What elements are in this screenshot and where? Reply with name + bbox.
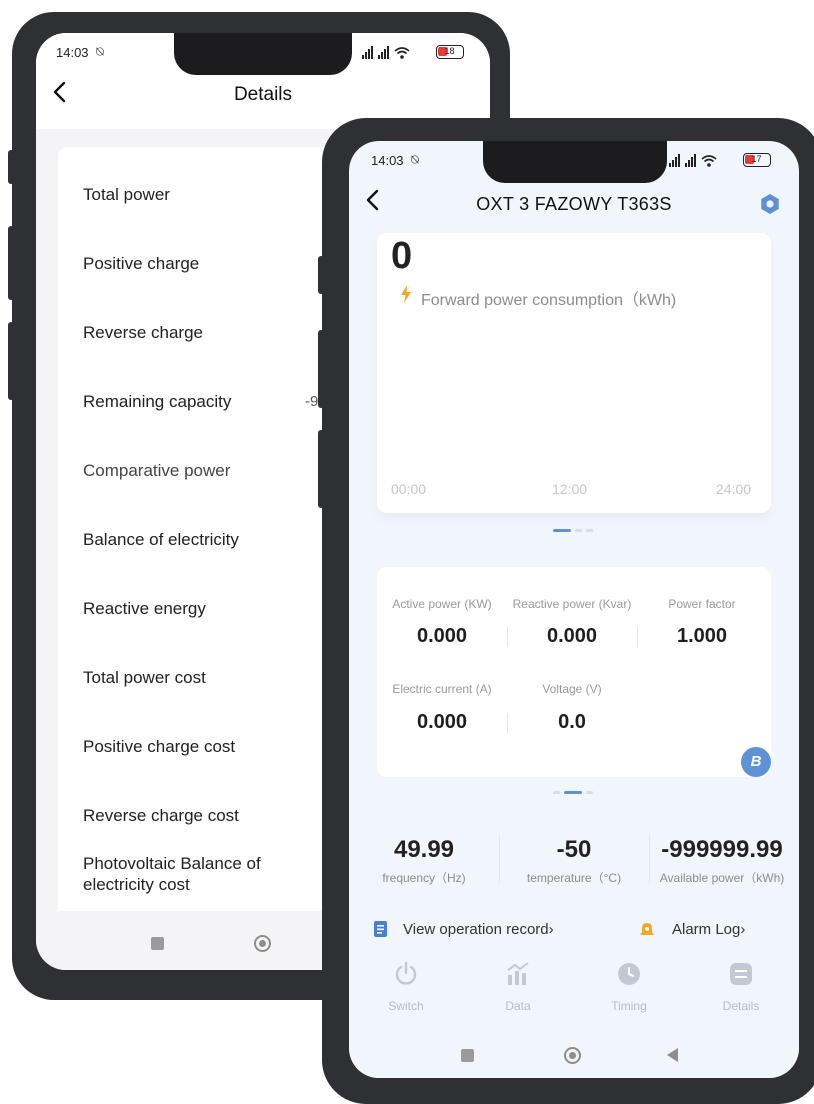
side-button bbox=[318, 430, 325, 508]
status-icons bbox=[362, 45, 434, 61]
side-button bbox=[318, 330, 325, 408]
battery-percent: 18 bbox=[444, 46, 455, 56]
tab-switch[interactable]: Switch bbox=[371, 999, 441, 1013]
list-item-total-power-cost[interactable]: Total power cost bbox=[83, 668, 206, 688]
metric-label-power-factor: Power factor bbox=[668, 597, 736, 611]
chart-tick-end: 24:00 bbox=[716, 481, 752, 497]
recent-apps-icon[interactable] bbox=[461, 1049, 474, 1062]
page-title: Details bbox=[233, 84, 293, 105]
list-item-reverse-charge-cost[interactable]: Reverse charge cost bbox=[83, 806, 239, 826]
status-time: 14:03 bbox=[371, 153, 404, 168]
side-button bbox=[8, 322, 14, 400]
metric-label-active-power: Active power (KW) bbox=[392, 597, 492, 611]
list-item-positive-charge-cost[interactable]: Positive charge cost bbox=[83, 737, 235, 757]
frequency-value: 49.99 bbox=[393, 836, 455, 863]
temperature-label: temperature（°C) bbox=[526, 871, 622, 885]
tab-details[interactable]: Details bbox=[706, 999, 776, 1013]
alarm-log-link[interactable]: Alarm Log› bbox=[672, 921, 745, 938]
notch bbox=[174, 33, 352, 75]
status-time: 14:03 bbox=[56, 45, 89, 60]
consumption-value: 0 bbox=[391, 235, 413, 277]
home-icon[interactable] bbox=[564, 1047, 581, 1064]
battery-percent: 17 bbox=[751, 154, 762, 164]
available-power-label: Available power（kWh) bbox=[659, 871, 785, 885]
metric-label-voltage: Voltage (V) bbox=[542, 682, 602, 696]
metric-label-reactive-power: Reactive power (Kvar) bbox=[512, 597, 632, 611]
mute-icon: ⍉ bbox=[96, 44, 104, 59]
metric-label-current: Electric current (A) bbox=[392, 682, 492, 696]
consumption-card bbox=[377, 233, 771, 513]
battery-icon: 18 bbox=[436, 45, 464, 59]
device-title: OXT 3 FAZOWY T363S bbox=[476, 194, 672, 214]
available-power-value: -999999.99 bbox=[661, 836, 783, 863]
mode-badge[interactable]: B bbox=[741, 747, 771, 777]
alarm-icon bbox=[639, 921, 655, 942]
metric-value-active-power: 0.000 bbox=[416, 625, 468, 647]
status-icons bbox=[669, 153, 741, 169]
tab-timing[interactable]: Timing bbox=[594, 999, 664, 1013]
back-nav-icon[interactable] bbox=[667, 1048, 678, 1062]
consumption-label: Forward power consumption（kWh) bbox=[421, 292, 677, 309]
frequency-label: frequency（Hz) bbox=[382, 871, 466, 885]
metric-value-voltage: 0.0 bbox=[558, 711, 586, 733]
carousel-indicator bbox=[553, 529, 597, 532]
record-icon bbox=[374, 921, 388, 942]
power-icon[interactable] bbox=[371, 961, 441, 992]
battery-icon: 17 bbox=[743, 153, 771, 167]
list-icon[interactable] bbox=[706, 961, 776, 992]
gear-icon[interactable] bbox=[759, 193, 781, 215]
list-item-reactive-energy[interactable]: Reactive energy bbox=[83, 599, 206, 619]
temperature-value: -50 bbox=[556, 836, 592, 863]
recent-apps-icon[interactable] bbox=[151, 937, 164, 950]
remaining-capacity-value: -9 bbox=[305, 393, 319, 410]
chart-tick-mid: 12:00 bbox=[552, 481, 588, 497]
view-operation-record-link[interactable]: View operation record› bbox=[403, 921, 554, 938]
side-button bbox=[8, 150, 14, 184]
list-item-pv-balance-cost[interactable]: Photovoltaic Balance of electricity cost bbox=[83, 853, 283, 895]
device-screen: 14:03 ⍉ 17 OXT 3 FAZOWY T363S 0 Forward … bbox=[349, 141, 799, 1078]
list-item-comparative-power[interactable]: Comparative power bbox=[83, 461, 230, 481]
side-button bbox=[318, 256, 325, 294]
mute-icon: ⍉ bbox=[411, 152, 419, 167]
home-icon[interactable] bbox=[254, 935, 271, 952]
signal-icon bbox=[669, 154, 717, 167]
tab-data[interactable]: Data bbox=[483, 999, 553, 1013]
system-nav-bar bbox=[349, 1029, 799, 1078]
carousel-indicator bbox=[553, 791, 597, 794]
metric-value-power-factor: 1.000 bbox=[676, 625, 728, 647]
clock-icon[interactable] bbox=[594, 961, 664, 992]
metric-value-reactive-power: 0.000 bbox=[546, 625, 598, 647]
list-item-reverse-charge[interactable]: Reverse charge bbox=[83, 323, 203, 343]
chart-tick-start: 00:00 bbox=[391, 481, 427, 497]
list-item-total-power[interactable]: Total power bbox=[83, 185, 170, 205]
chart-icon[interactable] bbox=[483, 961, 553, 992]
metrics-card: Active power (KW) Reactive power (Kvar) … bbox=[377, 567, 771, 777]
signal-icon bbox=[362, 46, 410, 59]
lightning-icon bbox=[400, 285, 412, 308]
side-button bbox=[8, 226, 14, 300]
list-item-remaining-capacity[interactable]: Remaining capacity bbox=[83, 392, 231, 412]
list-item-balance-electricity[interactable]: Balance of electricity bbox=[83, 530, 239, 550]
notch bbox=[483, 141, 667, 183]
list-item-positive-charge[interactable]: Positive charge bbox=[83, 254, 199, 274]
metric-value-current: 0.000 bbox=[416, 711, 468, 733]
